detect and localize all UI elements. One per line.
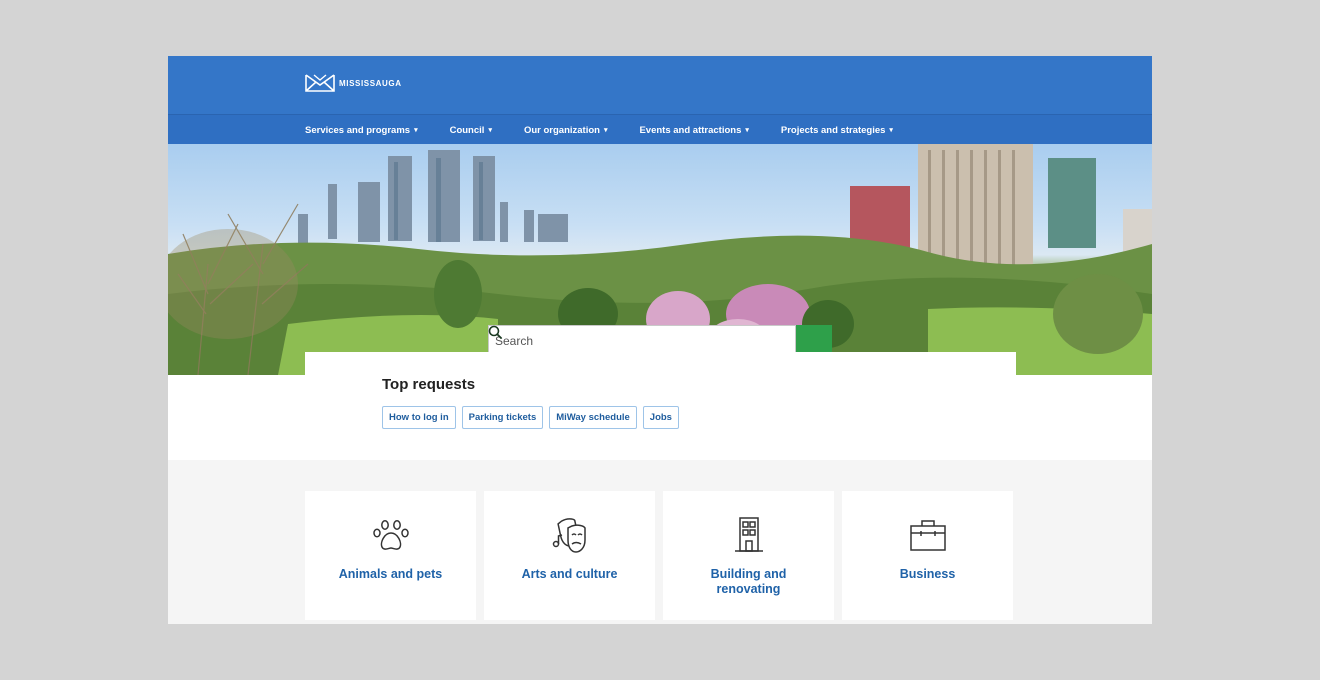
tag-miway-schedule[interactable]: MiWay schedule: [549, 406, 637, 429]
caret-down-icon: ▾: [603, 126, 608, 134]
tag-parking-tickets[interactable]: Parking tickets: [461, 406, 544, 429]
card-business[interactable]: Business: [842, 491, 1013, 620]
nav-projects-and-strategies[interactable]: Projects and strategies ▾: [781, 125, 893, 136]
nav-label: Projects and strategies: [780, 124, 886, 136]
tag-jobs[interactable]: Jobs: [642, 406, 679, 429]
card-label: Animals and pets: [338, 567, 443, 581]
top-requests-panel: Top requests How to log in Parking ticke…: [305, 352, 1016, 460]
card-arts-and-culture[interactable]: Arts and culture: [484, 491, 655, 620]
caret-down-icon: ▾: [414, 126, 418, 134]
nav-label: Events and attractions: [639, 124, 742, 136]
briefcase-icon: [908, 515, 948, 555]
main-navigation: Services and programs ▾ Council ▾ Our orga…: [168, 114, 1152, 144]
nav-our-organization[interactable]: Our organization ▾: [524, 125, 608, 136]
nav-council[interactable]: Council ▾: [450, 125, 492, 136]
website-viewport: mississauga Services and programs ▾ Counc…: [168, 56, 1152, 624]
site-logo[interactable]: mississauga: [305, 74, 402, 92]
category-cards: Animals and pets Arts and culture Buildi…: [305, 491, 1013, 620]
card-label: Arts and culture: [521, 567, 618, 581]
nav-label: Council: [449, 124, 485, 136]
logo-wordmark: mississauga: [339, 77, 402, 89]
nav-events-and-attractions[interactable]: Events and attractions ▾: [639, 125, 748, 136]
card-building-and-renovating[interactable]: Building and renovating: [663, 491, 834, 620]
theatre-masks-icon: [550, 515, 590, 555]
search-icon: [488, 325, 502, 339]
tag-how-to-log-in[interactable]: How to log in: [382, 406, 456, 429]
caret-down-icon: ▾: [889, 126, 893, 134]
card-label: Building and renovating: [710, 567, 787, 596]
caret-down-icon: ▾: [745, 126, 749, 134]
caret-down-icon: ▾: [488, 126, 492, 134]
nav-label: Services and programs: [305, 124, 411, 136]
top-requests-tags: How to log in Parking tickets MiWay sche…: [382, 406, 679, 429]
top-requests-heading: Top requests: [382, 376, 476, 393]
building-icon: [729, 515, 769, 555]
nav-label: Our organization: [523, 124, 600, 136]
card-label: Business: [899, 567, 956, 581]
card-animals-and-pets[interactable]: Animals and pets: [305, 491, 476, 620]
mississauga-logo-icon: [305, 74, 335, 92]
nav-services-and-programs[interactable]: Services and programs ▾: [305, 125, 418, 136]
site-header: mississauga: [168, 56, 1152, 114]
hero-image: [168, 144, 1152, 375]
paw-icon: [371, 515, 411, 555]
